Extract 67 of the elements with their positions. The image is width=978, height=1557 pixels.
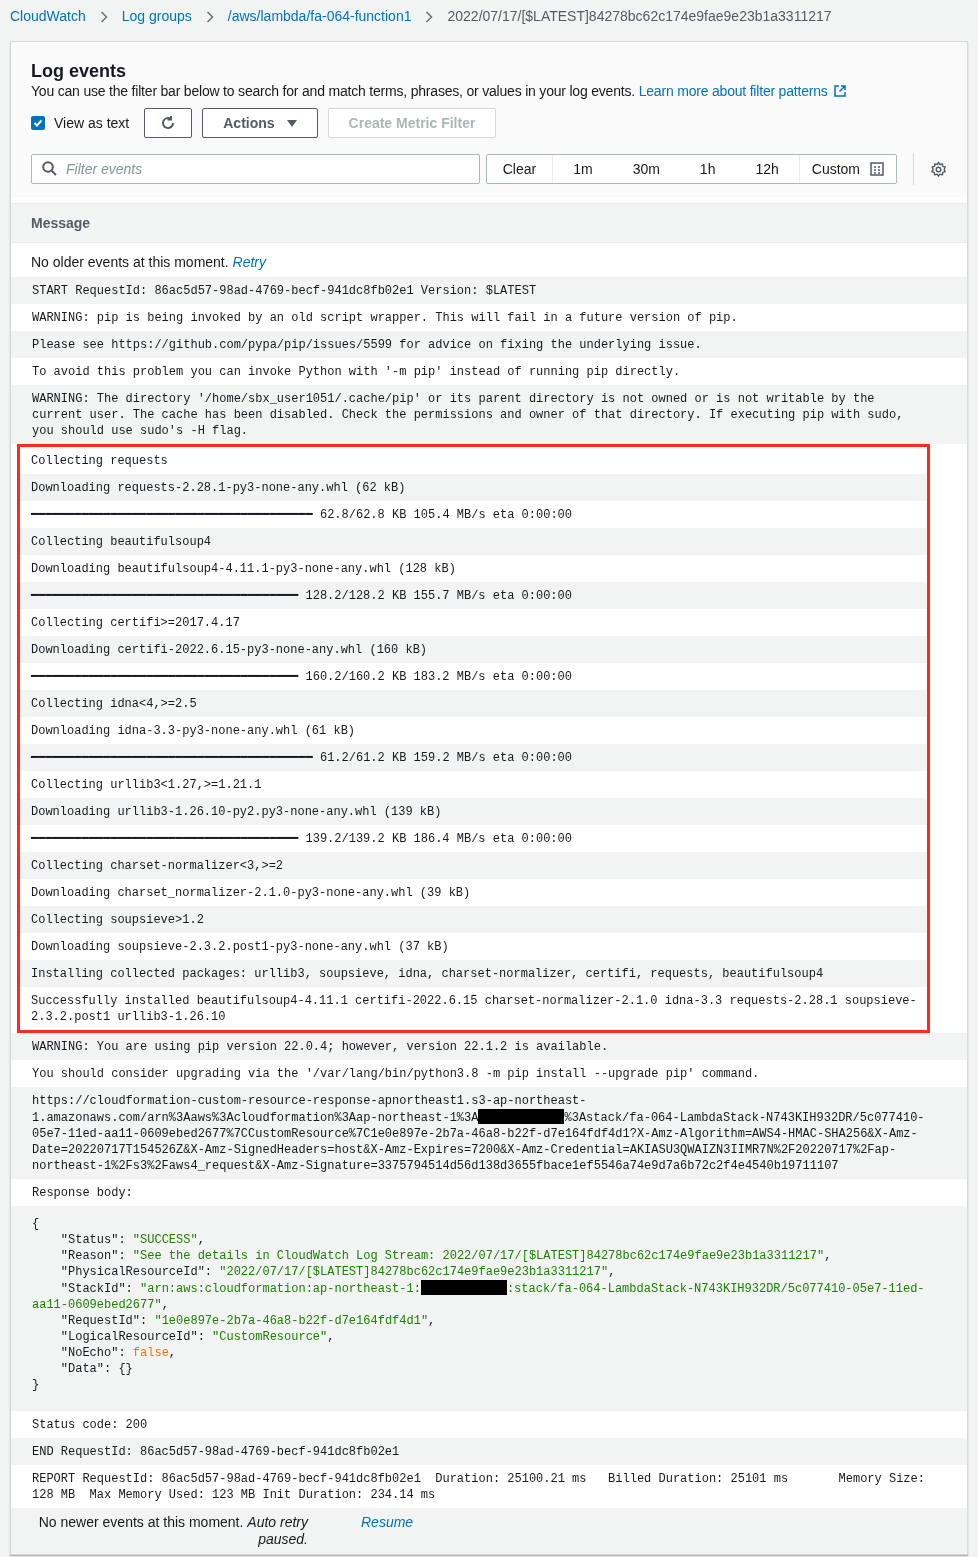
log-message: WARNING: You are using pip version 22.0.4; however, version 22.1.2 is available. <box>32 1040 609 1054</box>
log-message: Response body: <box>32 1186 133 1200</box>
log-message: Collecting idna<4,>=2.5 <box>31 697 197 711</box>
time-range-option[interactable]: Custom <box>798 155 897 183</box>
log-message: Downloading urllib3-1.26.10-py2.py3-none-any.whl (139 kB) <box>31 805 442 819</box>
filter-field[interactable]: Filter events <box>31 154 480 184</box>
log-message: ━━━━━━━━━━━━━━━━━━━━━━━━━━━━━━━━━━━━━ 139.2/139.2 KB 186.4 MB/s eta 0:00:00 <box>31 832 572 846</box>
time-range-option[interactable]: Clear <box>486 155 554 183</box>
log-message: You should consider upgrading via the '/var/lang/bin/python3.8 -m pip install --upgrade pip' command. <box>32 1067 760 1081</box>
older-events-notice: No older events at this moment. <box>31 254 230 270</box>
resume-link[interactable]: Resume <box>361 1514 414 1531</box>
log-message: Collecting charset-normalizer<3,>=2 <box>31 859 284 873</box>
view-as-text-checkbox[interactable] <box>31 116 45 130</box>
log-message: WARNING: pip is being invoked by an old script wrapper. This will fail in a future version of pip. <box>32 311 738 325</box>
breadcrumb-link[interactable]: CloudWatch <box>10 6 86 27</box>
time-range-option[interactable]: 1m <box>553 155 613 183</box>
time-range-option[interactable]: 30m <box>612 155 680 183</box>
log-message: Collecting requests <box>31 454 168 468</box>
log-message: Collecting soupsieve>1.2 <box>31 913 204 927</box>
breadcrumb-link[interactable]: Log groups <box>121 6 192 27</box>
newer-events-notice: No newer events at this moment. Auto retry paused. <box>38 1514 308 1547</box>
column-header: Message <box>31 213 91 233</box>
response-json: { "Status": "SUCCESS", "Reason": "See the details in CloudWatch Log Stream: 2022/07/17/[$LATEST]84278bc62c174e9fae9e23b1a3311217", "PhysicalResourceId": "2022/07/17/[$LATEST]84278bc62c174e9fae9e23b1a3311217", "StackId": "arn:aws:cloudformation:ap-northeast-1: :stack/fa-064-LambdaStack-N743KIH932DR/5c077410-05e7-11ed-aa11-0609ebed2677", "RequestId": "1e0e897e-2b7a-46a8-b22f-d7e164fdf4d1", "LogicalResourceId": "CustomResource", "NoEcho": false, "Data": {} } <box>32 1216 926 1393</box>
caret-down-icon <box>286 119 297 127</box>
search-icon <box>42 161 57 176</box>
log-message: Please see https://github.com/pypa/pip/issues/5599 for advice on fixing the underlying issue. <box>32 338 702 352</box>
log-message: ━━━━━━━━━━━━━━━━━━━━━━━━━━━━━━━━━━━━━ 128.2/128.2 KB 155.7 MB/s eta 0:00:00 <box>31 589 572 603</box>
log-message: Downloading charset_normalizer-2.1.0-py3-none-any.whl (39 kB) <box>31 886 471 900</box>
log-message: Downloading soupsieve-2.3.2.post1-py3-none-any.whl (37 kB) <box>31 940 449 954</box>
log-message: ━━━━━━━━━━━━━━━━━━━━━━━━━━━━━━━━━━━━━━━ 62.8/62.8 KB 105.4 MB/s eta 0:00:00 <box>31 508 572 522</box>
external-link-icon <box>833 85 846 97</box>
log-message: Installing collected packages: urllib3, soupsieve, idna, charset-normalizer, certifi, requests, beautifulsoup4 <box>31 967 824 981</box>
log-message: START RequestId: 86ac5d57-98ad-4769-becf-941dc8fb02e1 Version: $LATEST <box>32 284 537 298</box>
refresh-icon <box>160 115 177 131</box>
log-message: ━━━━━━━━━━━━━━━━━━━━━━━━━━━━━━━━━━━━━ 160.2/160.2 KB 183.2 MB/s eta 0:00:00 <box>31 670 572 684</box>
log-message: Downloading beautifulsoup4-4.11.1-py3-none-any.whl (128 kB) <box>31 562 456 576</box>
time-range-option[interactable]: 1h <box>679 155 736 183</box>
log-message: WARNING: The directory '/home/sbx_user1051/.cache/pip' or its parent directory is not owned or is not writable by the current user. The cache has been disabled. Check the permissions and owner of that directory. If executing pip with sudo, you should use sudo's -H flag. <box>32 392 905 438</box>
log-message: Collecting urllib3<1.27,>=1.21.1 <box>31 778 262 792</box>
settings-button[interactable] <box>930 160 947 178</box>
retry-link[interactable]: Retry <box>232 254 266 270</box>
log-message: REPORT RequestId: 86ac5d57-98ad-4769-becf-941dc8fb02e1 Duration: 25100.21 ms Billed Duration: 25101 ms Memory Size: 128 MB Max Memory Used: 123 MB Init Duration: 234.14 ms <box>32 1472 926 1502</box>
chevron-right-icon <box>205 10 214 23</box>
log-message: Successfully installed beautifulsoup4-4.11.1 certifi-2022.6.15 charset-normalizer-2.1.0 idna-3.3 requests-2.28.1 soupsieve-2.3.2.post1 urllib3-1.26.10 <box>31 994 917 1024</box>
panel-title: Log events <box>31 60 128 82</box>
time-range-option[interactable]: 12h <box>735 155 799 183</box>
learn-more-link[interactable]: Learn more about filter patterns <box>638 82 846 100</box>
log-message: ━━━━━━━━━━━━━━━━━━━━━━━━━━━━━━━━━━━━━━━ 61.2/61.2 KB 159.2 MB/s eta 0:00:00 <box>31 751 572 765</box>
chevron-right-icon <box>425 10 434 23</box>
checkbox-label: View as text <box>54 113 130 133</box>
log-message: Downloading idna-3.3-py3-none-any.whl (61 kB) <box>31 724 356 738</box>
log-message: Downloading certifi-2022.6.15-py3-none-any.whl (160 kB) <box>31 643 428 657</box>
breadcrumb-current: 2022/07/17/[$LATEST]84278bc62c174e9fae9e23b1a3311217 <box>447 7 832 26</box>
log-message: Collecting certifi>=2017.4.17 <box>31 616 240 630</box>
settings-icon <box>930 160 947 178</box>
log-message: To avoid this problem you can invoke Python with '-m pip' instead of running pip directly. <box>32 365 681 379</box>
breadcrumb-link[interactable]: /aws/lambda/fa-064-function1 <box>227 6 412 27</box>
refresh-button[interactable] <box>144 108 193 138</box>
log-message: END RequestId: 86ac5d57-98ad-4769-becf-941dc8fb02e1 <box>32 1445 400 1459</box>
log-message: Downloading requests-2.28.1-py3-none-any.whl (62 kB) <box>31 481 406 495</box>
log-message: https://cloudformation-custom-resource-response-apnortheast1.s3-ap-northeast-1.amazonaws.com/arn%3Aaws%3Acloudformation%3Aap-northeast-1%3A %3Astack/fa-064-LambdaStack-N743KIH932DR/5c077410-05e7-11ed-aa11-0609ebed2677%7CCustomResource%7C1e0e897e-2b7a-46a8-b22f-d7e164fdf4d1?X-Amz-Algorithm=AWS4-HMAC-SHA256&X-Amz-Date=20220717T154526Z&X-Amz-SignedHeaders=host&X-Amz-Expires=7200&X-Amz-Credential=AKIASU3QWAIZN3IIMR7N%2F20220717%2Fap-northeast-1%2Fs3%2Faws4_request&X-Amz-Signature=3375794514d56d138d3655fbace1ef5546a74e9d7a6b72c2f4e4540b19711107 <box>32 1093 926 1174</box>
chevron-right-icon <box>99 10 108 23</box>
panel-description: You can use the filter bar below to search for and match terms, phrases, or values in your log events. Learn more about filter patterns <box>31 82 947 100</box>
log-message: Collecting beautifulsoup4 <box>31 535 212 549</box>
calendar-icon <box>870 162 885 176</box>
log-message: Status code: 200 <box>32 1418 148 1432</box>
actions-button[interactable]: Actions <box>202 108 318 138</box>
